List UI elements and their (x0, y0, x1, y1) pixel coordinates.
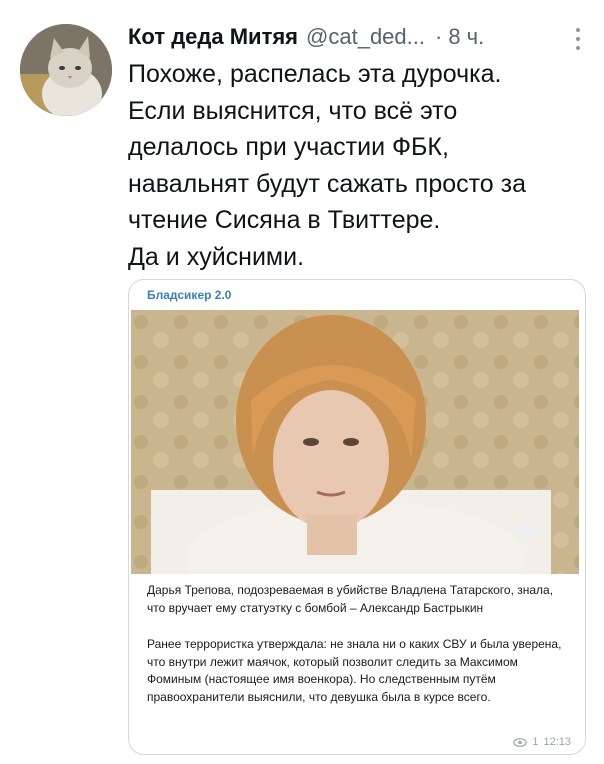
tweet-text-line: делалось при участии ФБК, (128, 133, 449, 161)
post-time: 12:13 (543, 736, 571, 748)
eye-icon (513, 737, 528, 747)
avatar[interactable] (20, 24, 112, 116)
more-options-icon[interactable] (574, 28, 582, 50)
post-body: Ранее террористка утверждала: не знала н… (147, 637, 562, 704)
tweet-header: Кот деда Митяя @cat_ded... · 8 ч. (128, 22, 584, 52)
post-meta: 1 12:13 (513, 736, 571, 748)
tweet-text-line: Да и хуйсними. (128, 242, 305, 271)
author-handle[interactable]: @cat_ded... (306, 24, 425, 50)
tweet-text-line: Если выяснится, что всё это (128, 96, 458, 125)
post-caption: Дарья Трепова, подозреваемая в убийстве … (147, 582, 572, 725)
channel-name[interactable]: Бладсикер 2.0 (147, 288, 231, 302)
tweet-time[interactable]: 8 ч. (448, 24, 484, 50)
tweet[interactable]: Кот деда Митяя @cat_ded... · 8 ч. Похоже… (0, 0, 604, 764)
view-count: 1 (532, 736, 539, 748)
post-photo[interactable] (131, 310, 579, 574)
tweet-text: Похоже, распелась эта дурочка. Если выяс… (128, 56, 588, 275)
embedded-post-card[interactable]: Бладсикер 2.0 Дарья Трепова, подозреваем… (128, 279, 586, 755)
tweet-text-line: чтение Сисяна в Твиттере. (128, 206, 441, 234)
separator-dot: · (435, 24, 443, 49)
post-headline: Дарья Трепова, подозреваемая в убийстве … (147, 583, 554, 615)
author-name[interactable]: Кот деда Митяя (128, 24, 298, 50)
tweet-text-line: навальнят будут сажать просто за (128, 169, 527, 198)
tweet-text-line: Похоже, распелась эта дурочка. (128, 60, 502, 88)
